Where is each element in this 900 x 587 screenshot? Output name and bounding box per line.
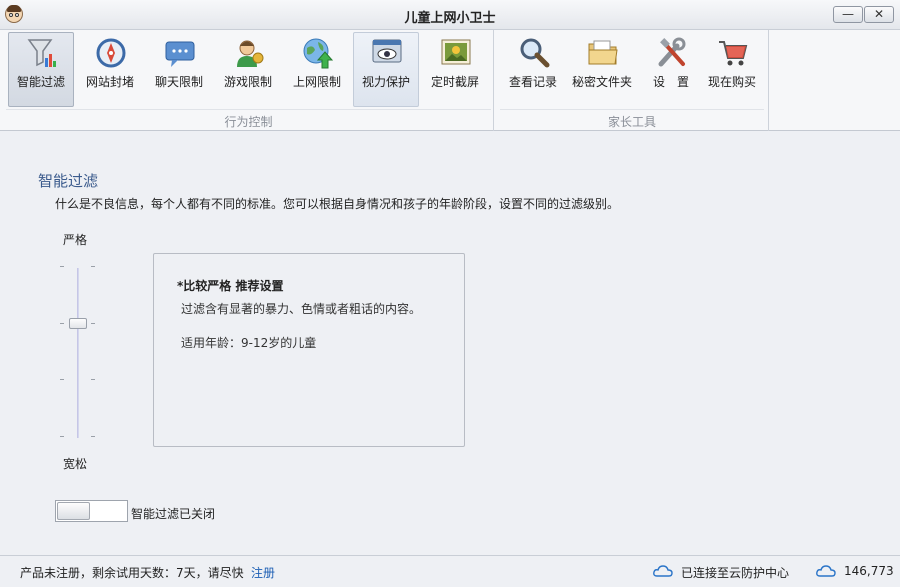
game-character-icon bbox=[237, 40, 264, 67]
slider-tick bbox=[91, 323, 95, 324]
group-label-behavior: 行为控制 bbox=[224, 115, 273, 129]
slider-tick bbox=[60, 379, 64, 380]
tool-label: 设 置 bbox=[652, 75, 689, 89]
level-info-description: 过滤含有显著的暴力、色情或者粗话的内容。 bbox=[181, 302, 422, 316]
shopping-cart-icon bbox=[719, 41, 748, 66]
tool-eye-protection[interactable]: 视力保护 bbox=[353, 32, 419, 107]
chat-bubble-icon bbox=[165, 41, 195, 67]
tool-settings[interactable]: 设 置 bbox=[638, 32, 704, 107]
slider-top-label: 严格 bbox=[63, 233, 88, 247]
toggle-knob[interactable] bbox=[57, 502, 90, 520]
register-link[interactable]: 注册 bbox=[251, 564, 275, 581]
trial-status-text: 产品未注册，剩余试用天数：7天，请尽快 bbox=[20, 566, 244, 580]
page-title: 智能过滤 bbox=[38, 172, 99, 190]
globe-arrow-icon bbox=[303, 38, 334, 69]
tool-smart-filter[interactable]: 智能过滤 bbox=[8, 32, 74, 107]
page-description: 什么是不良信息，每个人都有不同的标准。您可以根据自身情况和孩子的年龄阶段，设置不… bbox=[55, 197, 620, 211]
level-info-panel: *比较严格 推荐设置 过滤含有显著的暴力、色情或者粗话的内容。 适用年龄：9-1… bbox=[153, 253, 465, 447]
toolbar-ribbon: 行为控制 家长工具 智能过滤 网站封堵 聊天限制 游戏限制 上网限制 视力保护 … bbox=[0, 30, 900, 131]
cloud-connection-status: 已连接至云防护中心 bbox=[681, 566, 790, 580]
tool-game-limit[interactable]: 游戏限制 bbox=[215, 32, 281, 107]
group-label-parent-tools: 家长工具 bbox=[607, 115, 656, 129]
filter-status-label: 智能过滤已关闭 bbox=[131, 507, 216, 521]
tool-label: 现在购买 bbox=[707, 75, 756, 89]
compass-icon bbox=[96, 38, 126, 68]
screenshot-icon bbox=[441, 39, 471, 65]
tool-view-records[interactable]: 查看记录 bbox=[500, 32, 566, 107]
tool-label: 游戏限制 bbox=[223, 75, 272, 89]
eye-monitor-icon bbox=[372, 39, 402, 63]
slider-tick bbox=[60, 323, 64, 324]
slider-tick bbox=[91, 266, 95, 267]
slider-tick bbox=[60, 266, 64, 267]
slider-tick bbox=[91, 436, 95, 437]
close-button[interactable]: ✕ bbox=[864, 6, 894, 23]
tool-internet-limit[interactable]: 上网限制 bbox=[284, 32, 350, 107]
tool-label: 上网限制 bbox=[292, 75, 341, 89]
slider-tick bbox=[60, 436, 64, 437]
level-info-age: 适用年龄：9-12岁的儿童 bbox=[181, 336, 317, 350]
status-bar: 产品未注册，剩余试用天数：7天，请尽快 注册 已连接至云防护中心 146,773 bbox=[0, 555, 900, 587]
filter-toggle-switch[interactable] bbox=[55, 500, 128, 522]
tool-label: 智能过滤 bbox=[16, 75, 65, 89]
cloud-icon bbox=[653, 565, 673, 577]
slider-tick bbox=[91, 379, 95, 380]
window-title: 儿童上网小卫士 bbox=[404, 11, 496, 26]
title-bar: 儿童上网小卫士 — ✕ bbox=[0, 0, 900, 30]
tool-label: 查看记录 bbox=[508, 75, 557, 89]
tool-label: 聊天限制 bbox=[154, 75, 203, 89]
tool-label: 网站封堵 bbox=[85, 75, 134, 89]
filter-funnel-icon bbox=[27, 39, 56, 67]
filter-level-slider-thumb[interactable] bbox=[69, 318, 87, 329]
tool-website-block[interactable]: 网站封堵 bbox=[77, 32, 143, 107]
tool-secret-folder[interactable]: 秘密文件夹 bbox=[569, 32, 635, 107]
minimize-button[interactable]: — bbox=[833, 6, 863, 23]
group-divider bbox=[493, 30, 494, 131]
level-info-title: *比较严格 推荐设置 bbox=[177, 279, 284, 293]
tool-chat-limit[interactable]: 聊天限制 bbox=[146, 32, 212, 107]
tool-label: 定时截屏 bbox=[430, 75, 479, 89]
cloud-icon bbox=[816, 565, 836, 577]
protection-count: 146,773 bbox=[844, 564, 894, 578]
tool-buy-now[interactable]: 现在购买 bbox=[699, 32, 765, 107]
filter-level-slider-track[interactable] bbox=[77, 268, 79, 438]
tool-label: 秘密文件夹 bbox=[571, 75, 632, 89]
group-divider bbox=[768, 30, 769, 131]
magnifier-icon bbox=[520, 38, 550, 68]
tools-wrench-icon bbox=[658, 37, 686, 67]
tool-timed-screenshot[interactable]: 定时截屏 bbox=[422, 32, 488, 107]
slider-bottom-label: 宽松 bbox=[63, 457, 88, 471]
tool-label: 视力保护 bbox=[361, 75, 410, 89]
folder-icon bbox=[588, 40, 618, 65]
